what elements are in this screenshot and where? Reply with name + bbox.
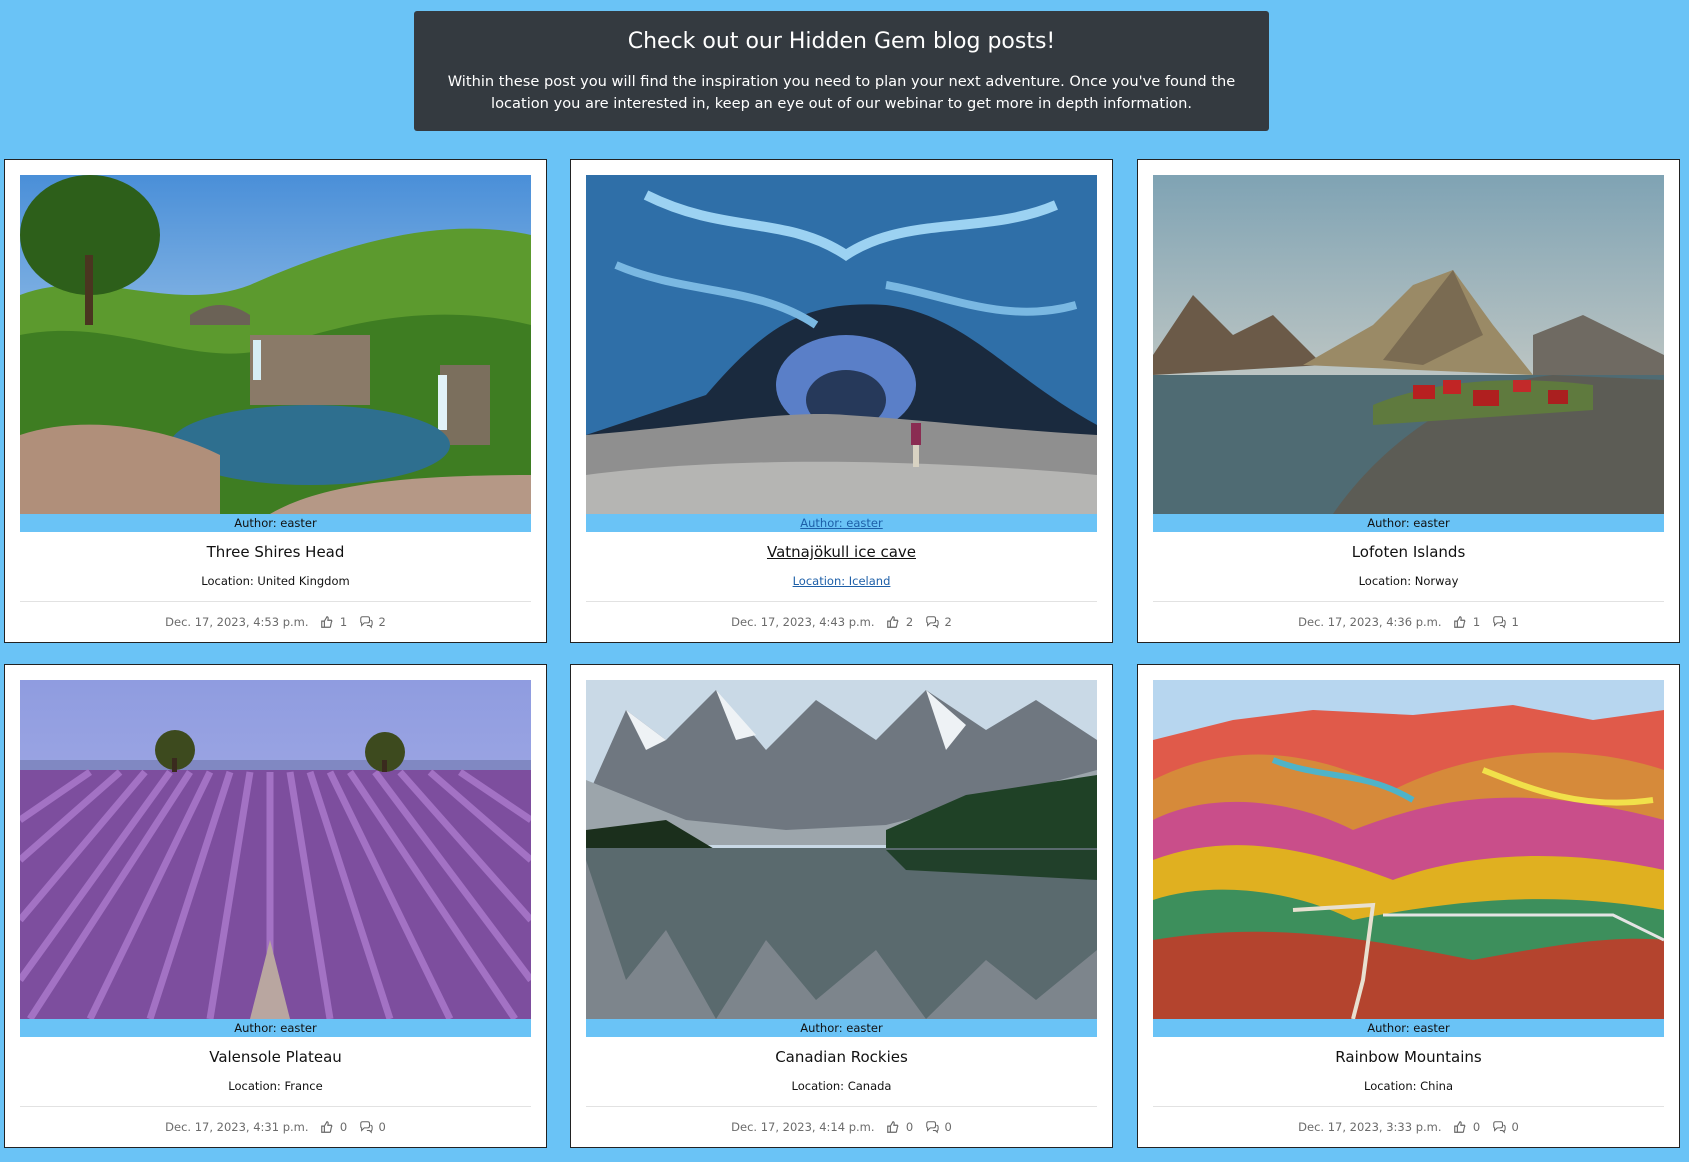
post-card[interactable]: Author: easter Three Shires Head Locatio… xyxy=(4,159,547,643)
intro-heading: Check out our Hidden Gem blog posts! xyxy=(627,29,1056,54)
post-date: Dec. 17, 2023, 4:14 p.m. xyxy=(731,1119,875,1134)
comments-icon xyxy=(925,1120,939,1134)
intro-banner: Check out our Hidden Gem blog posts! Wit… xyxy=(414,11,1269,131)
thumbs-up-icon xyxy=(320,1120,334,1134)
comments-count: 0 xyxy=(378,1119,386,1134)
comments-count: 2 xyxy=(378,614,386,629)
post-title[interactable]: Lofoten Islands xyxy=(1153,541,1664,563)
thumbs-up-icon xyxy=(886,615,900,629)
post-date: Dec. 17, 2023, 4:43 p.m. xyxy=(731,614,875,629)
likes-count: 0 xyxy=(905,1119,914,1134)
post-author: Author: easter xyxy=(20,514,531,532)
post-location-link[interactable]: Location: Iceland xyxy=(586,572,1097,590)
post-card[interactable]: Author: easter Vatnajökull ice cave Loca… xyxy=(570,159,1113,643)
post-location: Location: Canada xyxy=(791,1079,892,1093)
post-title[interactable]: Three Shires Head xyxy=(20,541,531,563)
post-footer: Dec. 17, 2023, 4:31 p.m. 0 0 xyxy=(20,1118,531,1135)
card-divider xyxy=(1153,1106,1664,1107)
intro-text: Within these post you will find the insp… xyxy=(447,73,1236,112)
comments-count: 0 xyxy=(944,1119,952,1134)
post-location: Location: United Kingdom xyxy=(201,574,350,588)
comments-icon xyxy=(925,615,939,629)
card-divider xyxy=(20,601,531,602)
post-title[interactable]: Rainbow Mountains xyxy=(1153,1046,1664,1068)
post-title[interactable]: Canadian Rockies xyxy=(586,1046,1097,1068)
post-footer: Dec. 17, 2023, 4:53 p.m. 1 2 xyxy=(20,613,531,630)
post-card[interactable]: Author: easter Lofoten Islands Location:… xyxy=(1137,159,1680,643)
post-image-lavender[interactable] xyxy=(20,680,531,1019)
card-divider xyxy=(20,1106,531,1107)
comments-count: 2 xyxy=(944,614,952,629)
post-location: Location: China xyxy=(1363,1079,1454,1093)
post-image-waterfall[interactable] xyxy=(20,175,531,514)
post-card[interactable]: Author: easter Rainbow Mountains Locatio… xyxy=(1137,664,1680,1148)
post-location: Location: France xyxy=(228,1079,323,1093)
likes-count: 0 xyxy=(339,1119,348,1134)
post-footer: Dec. 17, 2023, 4:36 p.m. 1 1 xyxy=(1153,613,1664,630)
post-footer: Dec. 17, 2023, 3:33 p.m. 0 0 xyxy=(1153,1118,1664,1135)
post-footer: Dec. 17, 2023, 4:14 p.m. 0 0 xyxy=(586,1118,1097,1135)
thumbs-up-icon xyxy=(886,1120,900,1134)
post-author: Author: easter xyxy=(586,1019,1097,1037)
thumbs-up-icon xyxy=(1453,615,1467,629)
post-date: Dec. 17, 2023, 3:33 p.m. xyxy=(1298,1119,1442,1134)
likes-count: 1 xyxy=(339,614,348,629)
comments-icon xyxy=(1492,1120,1506,1134)
post-author: Author: easter xyxy=(1153,1019,1664,1037)
post-card[interactable]: Author: easter Canadian Rockies Location… xyxy=(570,664,1113,1148)
post-image-fjord[interactable] xyxy=(1153,175,1664,514)
comments-icon xyxy=(359,1120,373,1134)
card-divider xyxy=(1153,601,1664,602)
post-author: Author: easter xyxy=(1153,514,1664,532)
comments-count: 1 xyxy=(1511,614,1519,629)
comments-icon xyxy=(359,615,373,629)
thumbs-up-icon xyxy=(320,615,334,629)
post-footer: Dec. 17, 2023, 4:43 p.m. 2 2 xyxy=(586,613,1097,630)
post-date: Dec. 17, 2023, 4:31 p.m. xyxy=(165,1119,309,1134)
post-image-mountain-lake[interactable] xyxy=(586,680,1097,1019)
comments-icon xyxy=(1492,615,1506,629)
post-image-rainbow-mountains[interactable] xyxy=(1153,680,1664,1019)
post-title[interactable]: Valensole Plateau xyxy=(20,1046,531,1068)
likes-count: 1 xyxy=(1472,614,1481,629)
thumbs-up-icon xyxy=(1453,1120,1467,1134)
post-image-ice-cave[interactable] xyxy=(586,175,1097,514)
card-divider xyxy=(586,1106,1097,1107)
post-title-link[interactable]: Vatnajökull ice cave xyxy=(586,541,1097,563)
likes-count: 0 xyxy=(1472,1119,1481,1134)
card-divider xyxy=(586,601,1097,602)
comments-count: 0 xyxy=(1511,1119,1519,1134)
post-date: Dec. 17, 2023, 4:53 p.m. xyxy=(165,614,309,629)
likes-count: 2 xyxy=(905,614,914,629)
post-card[interactable]: Author: easter Valensole Plateau Locatio… xyxy=(4,664,547,1148)
post-author-link[interactable]: Author: easter xyxy=(586,514,1097,532)
post-location: Location: Norway xyxy=(1358,574,1459,588)
post-author: Author: easter xyxy=(20,1019,531,1037)
post-date: Dec. 17, 2023, 4:36 p.m. xyxy=(1298,614,1442,629)
